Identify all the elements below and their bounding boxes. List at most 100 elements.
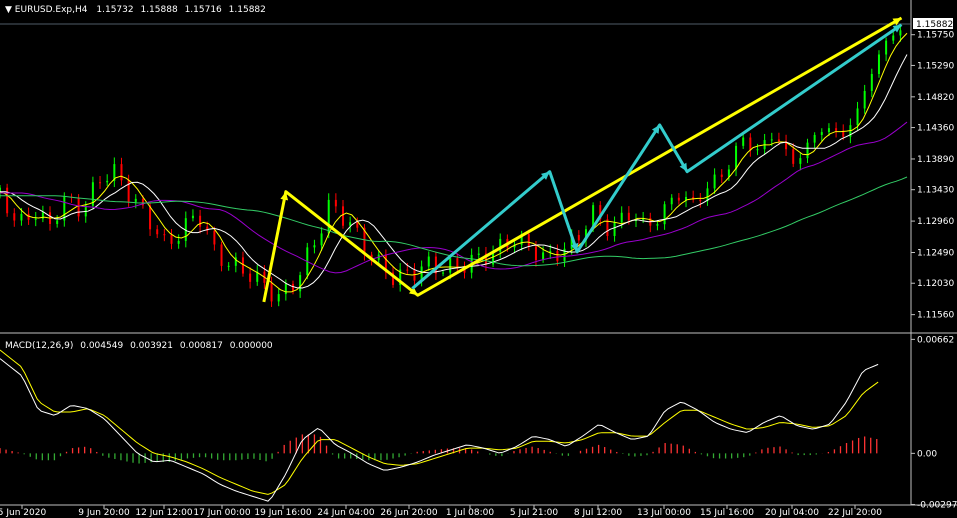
chart-canvas[interactable]: 1.15750 1.15290 1.14820 1.14360 1.13890 1.134… xyxy=(0,0,957,518)
candle-body xyxy=(342,206,345,226)
candle-body xyxy=(720,174,723,177)
candle-body xyxy=(677,197,680,201)
collapse-triangle-icon: ▼ xyxy=(5,5,15,15)
candle-body xyxy=(149,205,152,230)
time-tick-label: 8 Jul 12:00 xyxy=(574,508,623,518)
time-tick-label: 26 Jun 20:00 xyxy=(380,508,437,518)
candle-body xyxy=(477,253,480,255)
price-tick-label: 1.12490 xyxy=(917,248,954,258)
candle-body xyxy=(13,213,16,221)
candle-body xyxy=(670,197,673,205)
price-tick-label: 1.14820 xyxy=(917,93,954,103)
candle-body xyxy=(820,132,823,135)
macd-tick-label: 0.00 xyxy=(917,449,937,459)
candle-body xyxy=(863,90,866,109)
candle-body xyxy=(191,215,194,219)
candle-body xyxy=(163,234,166,236)
candle-body xyxy=(406,269,409,271)
candle-body xyxy=(613,222,616,237)
price-tick-label: 1.15750 xyxy=(917,31,954,41)
candle-body xyxy=(856,108,859,126)
candle-body xyxy=(777,139,780,142)
candle-body xyxy=(313,245,316,248)
candle-body xyxy=(270,282,273,302)
candle-body xyxy=(277,294,280,302)
candle-body xyxy=(892,35,895,41)
candle-body xyxy=(34,218,37,220)
symbol-header: ▼ EURUSD.Exp,H4 1.15732 1.15888 1.15716 … xyxy=(5,5,266,15)
candle-body xyxy=(799,158,802,164)
macd-main-line xyxy=(0,358,879,502)
candle-body xyxy=(327,199,330,234)
candle-body xyxy=(213,230,216,245)
candle-body xyxy=(427,256,430,267)
candle-body xyxy=(699,199,702,202)
candle-body xyxy=(735,145,738,170)
candle-body xyxy=(806,142,809,159)
candle-body xyxy=(199,215,202,227)
candle-body xyxy=(120,164,123,181)
candle-body xyxy=(356,222,359,228)
candle-body xyxy=(320,233,323,246)
macd-pane xyxy=(0,349,879,502)
current-price-label: 1.15882 xyxy=(913,18,953,30)
candle-body xyxy=(835,128,838,131)
candle-body xyxy=(227,265,230,267)
candle-body xyxy=(877,54,880,74)
candle-body xyxy=(77,197,80,217)
candle-body xyxy=(56,220,59,224)
candle-body xyxy=(170,235,173,244)
candle-body xyxy=(577,234,580,241)
candle-body xyxy=(527,234,530,247)
time-tick-label: 13 Jul 00:00 xyxy=(637,508,691,518)
candle-body xyxy=(770,139,773,141)
candle-body xyxy=(899,30,902,36)
candle-body xyxy=(27,213,30,220)
time-tick-label: 15 Jul 16:00 xyxy=(700,508,754,518)
price-tick-label: 1.12030 xyxy=(917,279,954,289)
candle-body xyxy=(456,258,459,268)
time-tick-label: 19 Jun 16:00 xyxy=(254,508,311,518)
time-tick-label: 5 Jul 21:00 xyxy=(510,508,559,518)
candle-body xyxy=(827,128,830,133)
candle-body xyxy=(291,283,294,292)
candle-body xyxy=(542,252,545,261)
candle-body xyxy=(156,229,159,235)
candle-body xyxy=(713,174,716,189)
candle-body xyxy=(20,213,23,221)
time-tick-label: 1 Jul 08:00 xyxy=(446,508,495,518)
candle-body xyxy=(134,198,137,202)
time-tick-label: 20 Jul 04:00 xyxy=(765,508,819,518)
candle-body xyxy=(249,273,252,282)
price-tick-label: 1.11560 xyxy=(917,311,954,321)
candle-body xyxy=(334,199,337,207)
macd-tick-label: -0.00297 xyxy=(917,500,957,510)
time-tick-label: 22 Jul 20:00 xyxy=(828,508,882,518)
time-tick-label: 9 Jun 20:00 xyxy=(78,508,130,518)
candle-body xyxy=(299,275,302,292)
candle-body xyxy=(99,182,102,184)
candle-body xyxy=(870,73,873,91)
candle-body xyxy=(220,244,223,266)
candle-body xyxy=(284,283,287,295)
candle-body xyxy=(742,137,745,146)
time-tick-label: 12 Jun 12:00 xyxy=(135,508,192,518)
candle-body xyxy=(534,246,537,261)
time-tick-label: 17 Jun 00:00 xyxy=(193,508,250,518)
candle-body xyxy=(813,134,816,143)
candle-body xyxy=(177,240,180,244)
price-tick-label: 1.12960 xyxy=(917,217,954,227)
price-tick-label: 1.14360 xyxy=(917,124,954,134)
candle-body xyxy=(556,251,559,262)
candle-body xyxy=(106,180,109,183)
time-tick-label: 5 Jun 2020 xyxy=(0,508,46,518)
candle-body xyxy=(885,40,888,55)
candle-body xyxy=(0,187,1,192)
candlesticks xyxy=(0,25,902,307)
candle-body xyxy=(756,149,759,151)
candle-body xyxy=(241,257,244,274)
time-tick-label: 24 Jun 04:00 xyxy=(317,508,374,518)
yellow-arrow xyxy=(262,16,903,303)
candle-body xyxy=(749,137,752,151)
svg-text:1.15882: 1.15882 xyxy=(916,20,953,30)
